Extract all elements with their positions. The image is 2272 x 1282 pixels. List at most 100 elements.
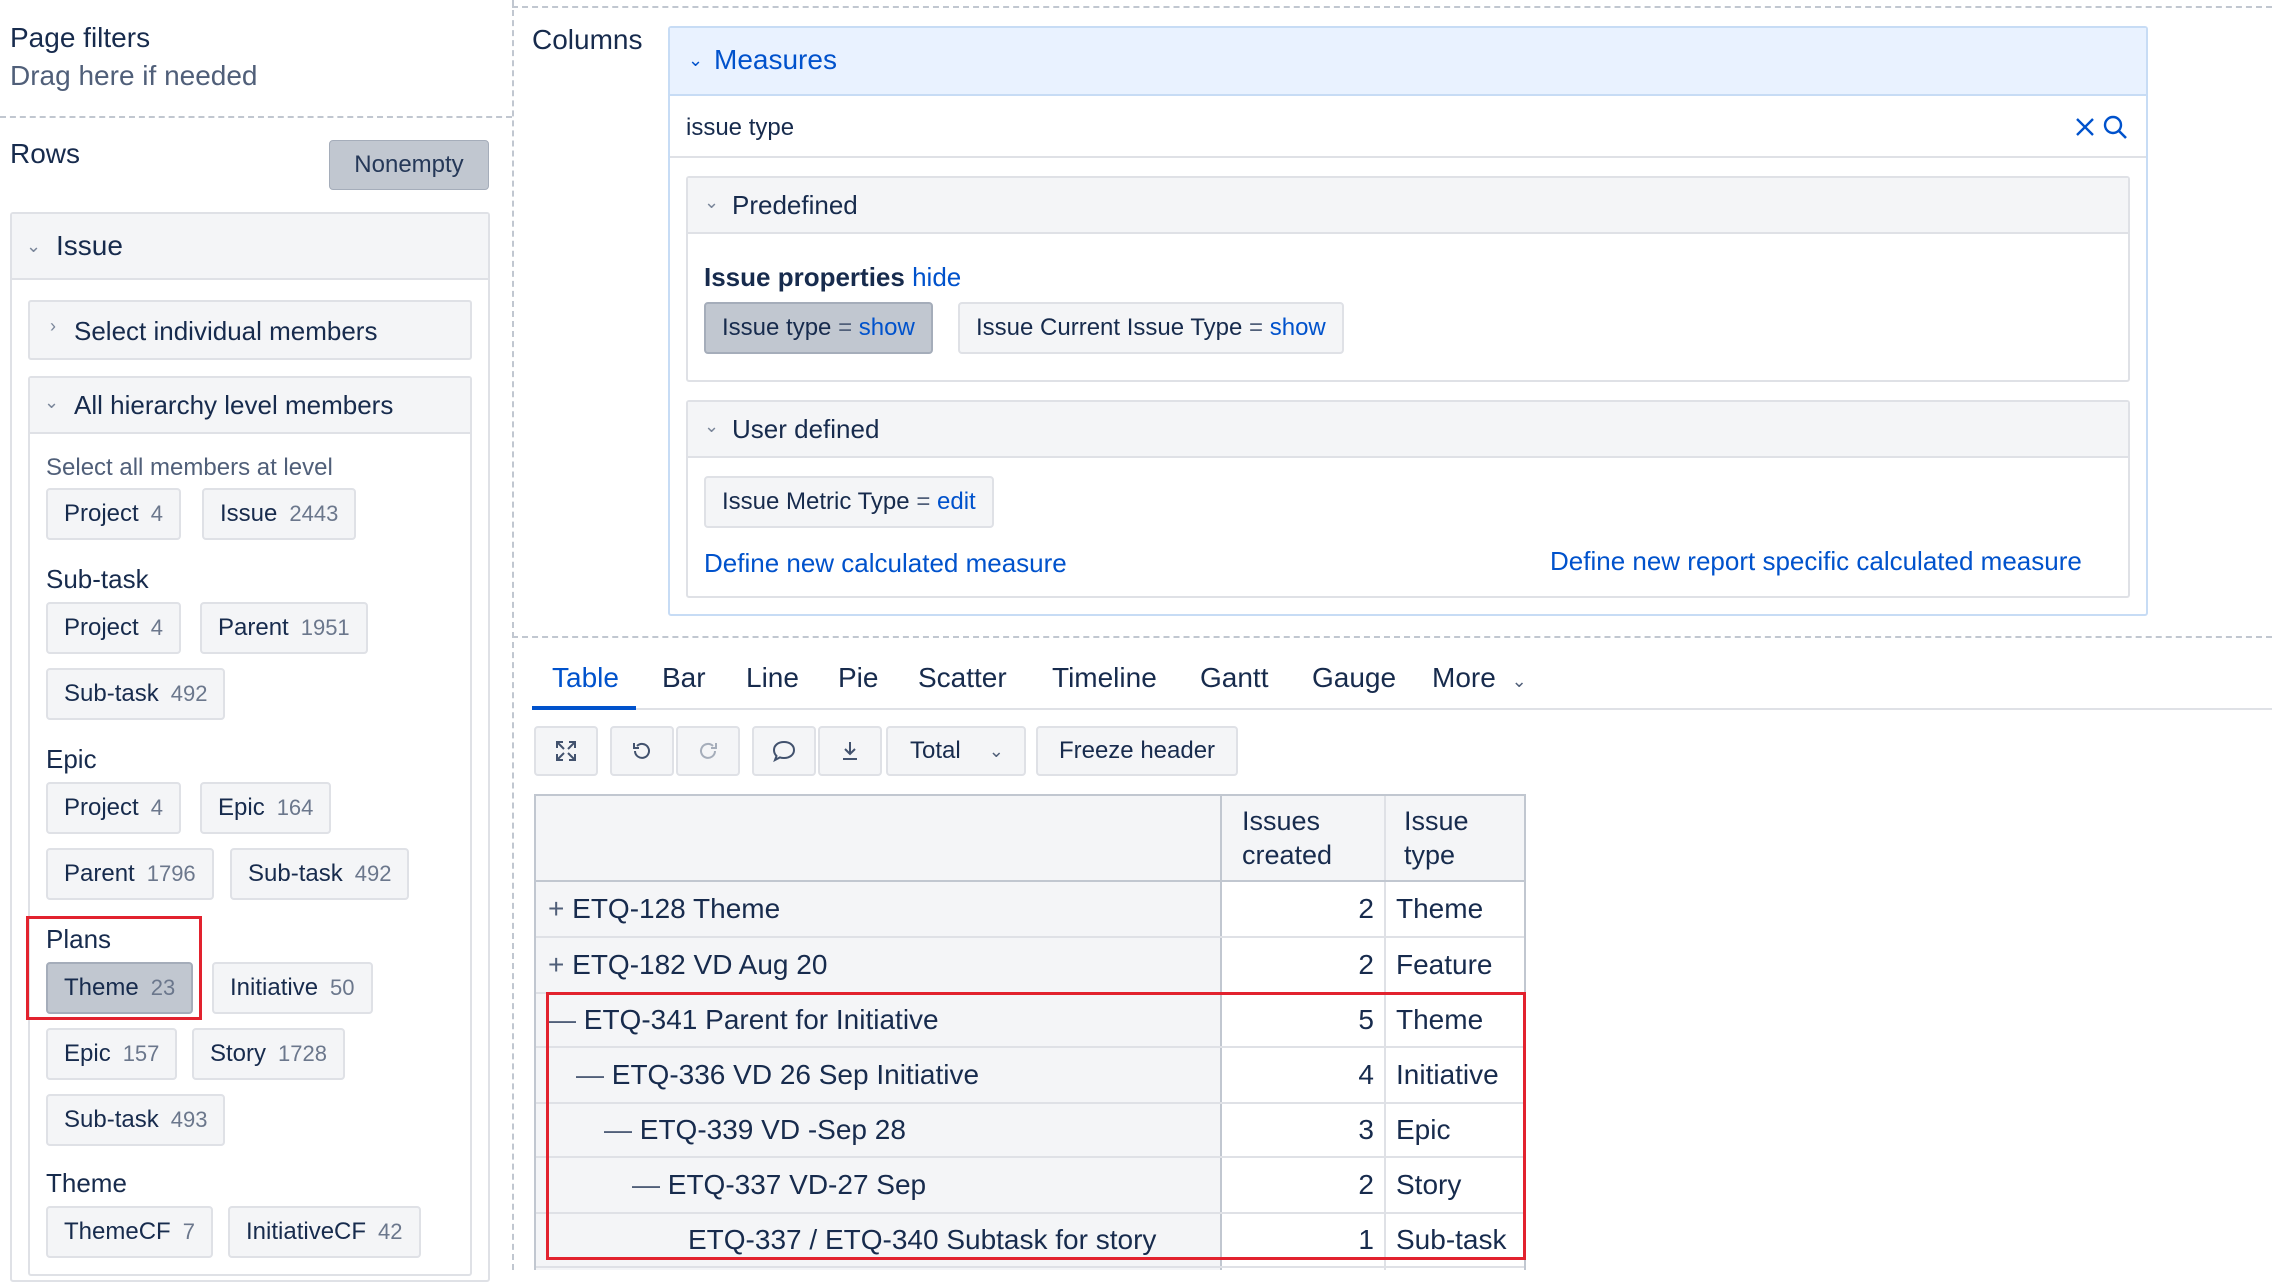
redo-icon — [700, 742, 717, 759]
chevron-down-icon: ⌄ — [44, 392, 60, 412]
define-new-measure-link[interactable]: Define new calculated measure — [704, 548, 1067, 579]
chip-story[interactable]: Story 1728 — [192, 1028, 345, 1080]
tab-gantt[interactable]: Gantt — [1200, 662, 1268, 694]
chip-parent[interactable]: Parent 1796 — [46, 848, 214, 900]
active-tab-underline — [532, 706, 636, 710]
redo-button[interactable] — [676, 726, 740, 776]
chip-initiative[interactable]: Initiative 50 — [212, 962, 373, 1014]
tab-bar[interactable]: Bar — [662, 662, 706, 694]
chevron-down-icon: ⌄ — [704, 416, 720, 436]
measures-search-input[interactable]: issue type — [686, 114, 794, 142]
chip-theme-selected[interactable]: Theme 23 — [46, 962, 194, 1014]
undo-button[interactable] — [610, 726, 674, 776]
table-cell-count: 2 — [1358, 949, 1374, 980]
page-filters-hint: Drag here if needed — [10, 60, 258, 91]
user-defined-title: User defined — [732, 414, 880, 444]
chevron-right-icon: › — [50, 316, 56, 336]
chip-sub-task[interactable]: Sub-task 493 — [46, 1094, 226, 1146]
comment-icon — [772, 740, 796, 763]
hide-link[interactable]: hide — [912, 262, 961, 292]
chip-project[interactable]: Project 4 — [46, 488, 181, 540]
predefined-header[interactable]: ⌄ Predefined — [688, 178, 2128, 234]
chip-sub-task[interactable]: Sub-task 492 — [46, 668, 226, 720]
chevron-down-icon: ⌄ — [988, 740, 1004, 761]
hierarchy-highlight-box — [546, 992, 1526, 1260]
issue-properties-label: Issue properties — [704, 262, 905, 292]
chip-project[interactable]: Project 4 — [46, 782, 181, 834]
issue-panel-title: Issue — [56, 230, 123, 261]
tab-more[interactable]: More ⌄ — [1432, 662, 1527, 694]
measures-title: Measures — [714, 44, 837, 75]
all-hierarchy-header[interactable]: ⌄ All hierarchy level members — [30, 378, 470, 434]
tab-table[interactable]: Table — [552, 662, 619, 694]
chevron-down-icon: ⌄ — [688, 50, 704, 70]
chip-issue-current-issue-type[interactable]: Issue Current Issue Type = show — [958, 302, 1344, 354]
tab-timeline[interactable]: Timeline — [1052, 662, 1157, 694]
chip-issue-type[interactable]: Issue type = show — [704, 302, 933, 354]
select-individual-label: Select individual members — [74, 316, 378, 346]
all-hierarchy-label: All hierarchy level members — [74, 390, 394, 420]
table-row-label[interactable]: + ETQ-182 VD Aug 20 — [548, 938, 827, 992]
tab-line[interactable]: Line — [746, 662, 799, 694]
table-row-label[interactable]: + ETQ-128 Theme — [548, 882, 780, 936]
chip-issue[interactable]: Issue 2443 — [202, 488, 357, 540]
row-divider — [536, 1266, 1524, 1268]
chip-issue-metric-type[interactable]: Issue Metric Type = edit — [704, 476, 994, 528]
expand-icon[interactable]: + — [548, 949, 564, 981]
nonempty-button[interactable]: Nonempty — [329, 140, 489, 190]
show-link[interactable]: show — [1270, 314, 1326, 342]
select-individual-members[interactable]: › Select individual members — [28, 300, 472, 360]
chip-epic[interactable]: Epic 164 — [200, 782, 332, 834]
page-filters-title: Page filters — [10, 22, 151, 53]
tab-pie[interactable]: Pie — [838, 662, 878, 694]
issue-properties-line: Issue properties hide — [704, 262, 961, 293]
search-icon[interactable] — [2102, 114, 2128, 140]
issue-panel-header[interactable]: ⌄ Issue — [12, 214, 488, 280]
columns-divider — [512, 636, 2272, 638]
expand-icon[interactable]: + — [548, 893, 564, 925]
fullscreen-button[interactable] — [534, 726, 598, 776]
group-title-plans: Plans — [46, 924, 112, 954]
measures-search[interactable]: issue type — [670, 98, 2146, 158]
table-cell-type: Feature — [1396, 949, 1493, 980]
predefined-title: Predefined — [732, 190, 858, 220]
chevron-down-icon: ⌄ — [26, 236, 42, 256]
left-divider — [512, 0, 514, 1270]
tab-scatter[interactable]: Scatter — [918, 662, 1007, 694]
chip-project[interactable]: Project 4 — [46, 602, 181, 654]
freeze-header-button[interactable]: Freeze header — [1036, 726, 1238, 776]
table-cell-count: 2 — [1358, 893, 1374, 924]
download-icon — [843, 742, 857, 760]
user-defined-header[interactable]: ⌄ User defined — [688, 402, 2128, 458]
tab-gauge[interactable]: Gauge — [1312, 662, 1396, 694]
define-report-measure-link[interactable]: Define new report specific calculated me… — [1550, 546, 2082, 577]
edit-link[interactable]: edit — [937, 488, 976, 516]
export-button[interactable] — [818, 726, 882, 776]
expand-icon — [556, 741, 576, 761]
tabs-baseline — [532, 708, 2272, 710]
total-dropdown[interactable]: Total ⌄ — [886, 726, 1026, 776]
comment-button[interactable] — [752, 726, 816, 776]
chip-epic[interactable]: Epic 157 — [46, 1028, 178, 1080]
chip-initiativecf[interactable]: InitiativeCF 42 — [228, 1206, 421, 1258]
group-title-epic: Epic — [46, 744, 97, 774]
top-divider — [512, 6, 2272, 8]
measures-header[interactable]: ⌄ Measures — [670, 28, 2146, 96]
chip-parent[interactable]: Parent 1951 — [200, 602, 368, 654]
filters-divider — [0, 116, 512, 118]
undo-icon — [633, 742, 650, 759]
chip-sub-task[interactable]: Sub-task 492 — [230, 848, 410, 900]
header-issues-created[interactable]: Issues created — [1242, 804, 1332, 872]
rows-title: Rows — [10, 138, 81, 169]
columns-title: Columns — [532, 24, 643, 55]
chevron-down-icon: ⌄ — [1511, 671, 1527, 691]
chevron-down-icon: ⌄ — [704, 192, 720, 212]
table-cell-type: Theme — [1396, 893, 1484, 924]
clear-icon[interactable] — [2074, 116, 2096, 138]
select-all-text: Select all members at level — [46, 454, 333, 481]
show-link[interactable]: show — [859, 314, 915, 342]
group-title-sub-task: Sub-task — [46, 564, 149, 594]
group-title-theme: Theme — [46, 1168, 127, 1198]
header-issue-type[interactable]: Issue type — [1404, 804, 1469, 872]
chip-themecf[interactable]: ThemeCF 7 — [46, 1206, 213, 1258]
